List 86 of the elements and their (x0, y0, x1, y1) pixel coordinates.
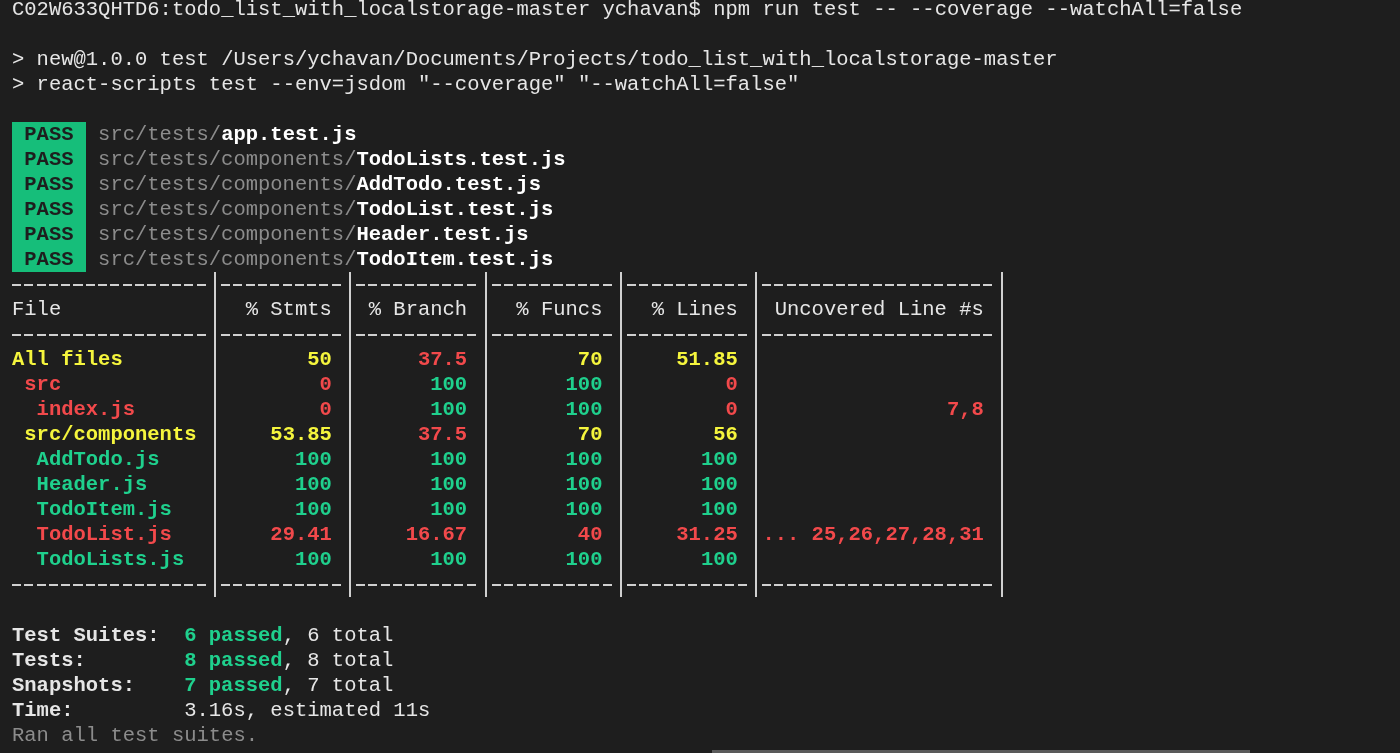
coverage-value: 100 (430, 497, 468, 522)
coverage-value: 56 (713, 422, 738, 447)
test-file: AddTodo.test.js (356, 172, 541, 197)
file-name: TodoList.js (36, 522, 172, 547)
pass-badge: PASS (12, 122, 86, 147)
test-directory: src/tests/components/ (98, 147, 357, 172)
column-header: File (12, 297, 62, 322)
column-header: % Branch (368, 297, 468, 322)
coverage-value: 100 (565, 497, 603, 522)
coverage-value: 100 (430, 547, 468, 572)
coverage-value: 16.67 (405, 522, 468, 547)
coverage-value: 100 (294, 497, 332, 522)
summary-value: , 7 total (282, 673, 394, 698)
test-directory: src/tests/components/ (98, 247, 357, 272)
summary-label: Test Suites: (12, 623, 161, 648)
coverage-value: 53.85 (270, 422, 332, 447)
file-name: src/components (24, 422, 197, 447)
coverage-value: 100 (700, 547, 738, 572)
pass-badge: PASS (12, 172, 86, 197)
coverage-value: 0 (319, 372, 332, 397)
passed-count: 7 passed (184, 673, 283, 698)
column-header: % Lines (651, 297, 738, 322)
coverage-value: 100 (430, 397, 468, 422)
coverage-value: 0 (319, 397, 332, 422)
test-directory: src/tests/components/ (98, 197, 357, 222)
passed-count: 6 passed (184, 623, 283, 648)
coverage-value: 100 (430, 447, 468, 472)
test-file: TodoLists.test.js (356, 147, 566, 172)
passed-count: 8 passed (184, 648, 283, 673)
test-directory: src/tests/components/ (98, 172, 357, 197)
coverage-value: 100 (294, 447, 332, 472)
test-directory: src/tests/ (98, 122, 222, 147)
coverage-value: 100 (700, 497, 738, 522)
coverage-value: 37.5 (417, 422, 468, 447)
test-file: TodoItem.test.js (356, 247, 554, 272)
file-name: All files (12, 347, 123, 372)
coverage-value: 51.85 (676, 347, 738, 372)
footer-message: Ran all test suites. (12, 723, 260, 748)
test-file: app.test.js (221, 122, 357, 147)
coverage-value: 100 (565, 397, 603, 422)
column-header: % Stmts (245, 297, 332, 322)
pass-badge: PASS (12, 247, 86, 272)
uncovered-lines: ... 25,26,27,28,31 (762, 522, 984, 547)
coverage-value: 31.25 (676, 522, 738, 547)
coverage-value: 100 (700, 447, 738, 472)
coverage-value: 100 (294, 472, 332, 497)
coverage-value: 50 (307, 347, 332, 372)
file-name: TodoItem.js (36, 497, 172, 522)
file-name: Header.js (36, 472, 148, 497)
coverage-value: 70 (577, 347, 603, 372)
summary-label: Snapshots: (12, 673, 137, 698)
file-name: AddTodo.js (36, 447, 160, 472)
coverage-value: 100 (565, 447, 603, 472)
summary-label: Time: (12, 698, 75, 723)
coverage-value: 0 (725, 372, 738, 397)
pass-badge: PASS (12, 222, 86, 247)
coverage-value: 29.41 (270, 522, 332, 547)
file-name: src (24, 372, 62, 397)
pass-badge: PASS (12, 147, 86, 172)
coverage-value: 37.5 (417, 347, 468, 372)
column-header: % Funcs (516, 297, 603, 322)
summary-value: , 8 total (282, 648, 394, 673)
coverage-value: 40 (577, 522, 603, 547)
pass-badge: PASS (12, 197, 86, 222)
test-file: Header.test.js (356, 222, 529, 247)
script-line: > new@1.0.0 test /Users/ychavan/Documents/Projects/todo_list_with_localstorage-master (12, 47, 1059, 72)
test-file: TodoList.test.js (356, 197, 554, 222)
summary-value: , 6 total (282, 623, 394, 648)
coverage-value: 100 (565, 472, 603, 497)
summary-value: 3.16s, estimated 11s (184, 698, 431, 723)
file-name: index.js (36, 397, 135, 422)
coverage-value: 100 (700, 472, 738, 497)
coverage-value: 100 (294, 547, 332, 572)
coverage-value: 100 (430, 372, 468, 397)
coverage-value: 100 (565, 372, 603, 397)
coverage-value: 100 (565, 547, 603, 572)
command-line: C02W633QHTD6:todo_list_with_localstorage-master ychavan$ npm run test -- --coverage --watchAll=false (12, 0, 1244, 22)
coverage-value: 0 (725, 397, 738, 422)
column-header: Uncovered Line #s (774, 297, 984, 322)
script-line: > react-scripts test --env=jsdom "--coverage" "--watchAll=false" (12, 72, 801, 97)
test-directory: src/tests/components/ (98, 222, 357, 247)
uncovered-lines: 7,8 (946, 397, 984, 422)
coverage-value: 100 (430, 472, 468, 497)
file-name: TodoLists.js (36, 547, 185, 572)
coverage-value: 70 (577, 422, 603, 447)
summary-label: Tests: (12, 648, 87, 673)
